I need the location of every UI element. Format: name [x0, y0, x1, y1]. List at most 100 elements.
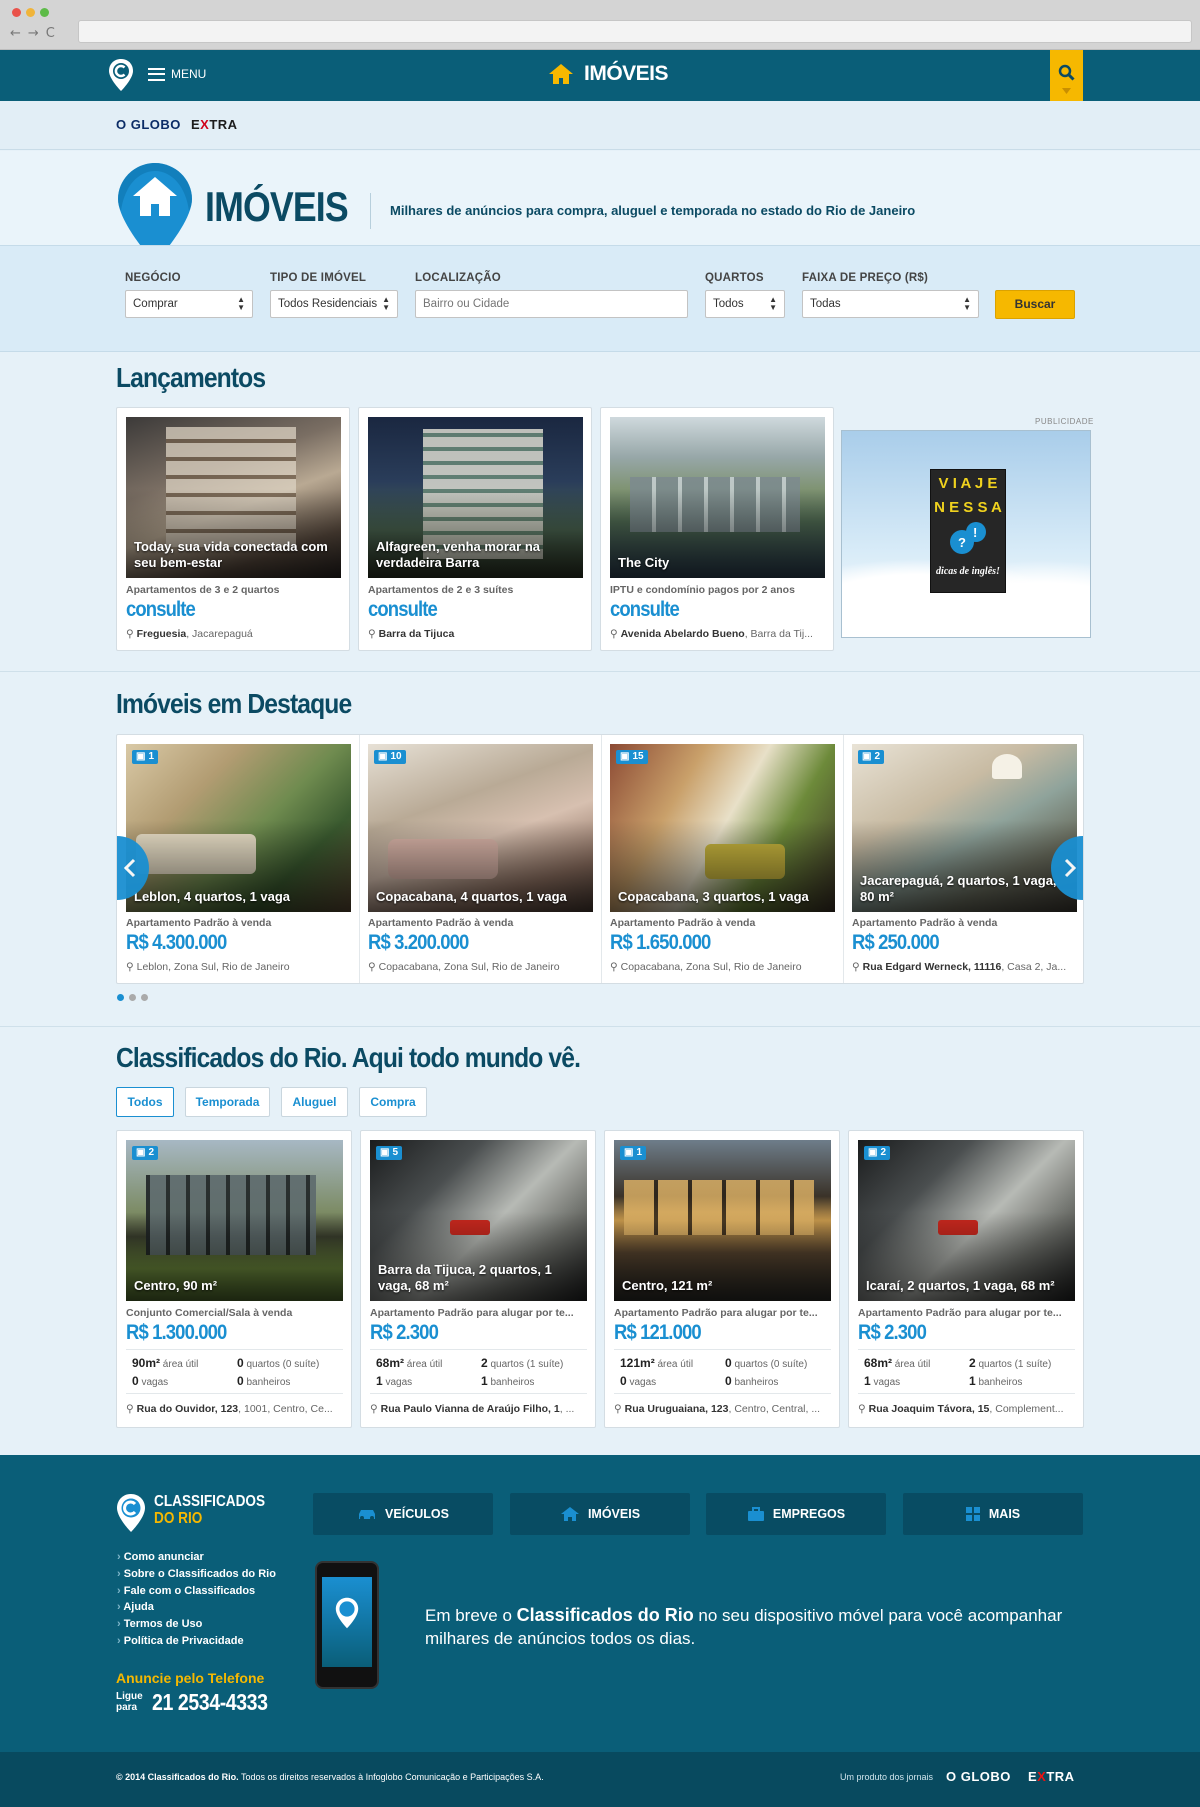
- carousel-page-dot[interactable]: [141, 994, 148, 1001]
- minimize-dot-icon[interactable]: [26, 8, 35, 17]
- lancamento-card[interactable]: The City IPTU e condomínio pagos por 2 a…: [600, 407, 834, 651]
- footer-nav-empregos[interactable]: EMPREGOS: [706, 1493, 886, 1535]
- quartos-select[interactable]: Todos ▲ ▼: [705, 290, 785, 318]
- destaque-photo[interactable]: ▣ 1 Leblon, 4 quartos, 1 vaga: [126, 744, 351, 912]
- destaque-title: Imóveis em Destaque: [116, 688, 352, 719]
- location-text: , ...: [559, 1403, 575, 1415]
- lancamento-photo[interactable]: The City: [610, 417, 825, 578]
- extra-logo[interactable]: EXTRA: [1028, 1769, 1075, 1784]
- menu-button[interactable]: MENU: [148, 67, 206, 81]
- lancamento-price: consulte: [126, 598, 196, 621]
- lancamento-card[interactable]: Today, sua vida conectada com seu bem-es…: [116, 407, 350, 651]
- classificado-location: ⚲ Rua Joaquim Távora, 15, Complement...: [858, 1403, 1075, 1415]
- logo-line: DO RIO: [154, 1510, 203, 1527]
- photo-count: 1: [636, 1147, 643, 1158]
- quartos-value: Todos: [713, 298, 744, 310]
- extra-logo-e: E: [191, 117, 201, 132]
- classificados-logo-icon[interactable]: [116, 1493, 146, 1533]
- mobile-promo: Em breve o Classificados do Rio no seu d…: [425, 1604, 1105, 1650]
- destaque-photo[interactable]: ▣ 15 Copacabana, 3 quartos, 1 vaga: [610, 744, 835, 912]
- location-street: Rua do Ouvidor, 123: [136, 1403, 239, 1415]
- classificado-card[interactable]: ▣ 5 Barra da Tijuca, 2 quartos, 1 vaga, 6…: [360, 1130, 596, 1428]
- extra-logo[interactable]: EXTRA: [191, 117, 238, 132]
- footer-nav-imoveis[interactable]: IMÓVEIS: [510, 1493, 690, 1535]
- classificados-logo-icon[interactable]: [108, 58, 134, 92]
- location-text: Leblon, Zona Sul, Rio de Janeiro: [136, 961, 290, 973]
- tab-todos[interactable]: Todos: [116, 1087, 174, 1117]
- stat-label: quartos (0 suíte): [246, 1359, 320, 1370]
- tab-compra[interactable]: Compra: [359, 1087, 427, 1117]
- footer-link[interactable]: Termos de Uso: [117, 1618, 203, 1630]
- footer-link[interactable]: Ajuda: [117, 1601, 154, 1613]
- lancamento-price: consulte: [610, 598, 680, 621]
- classificado-card[interactable]: ▣ 2 Centro, 90 m² Conjunto Comercial/Sala…: [116, 1130, 352, 1428]
- photo-count-badge: ▣ 15: [616, 750, 648, 764]
- close-dot-icon[interactable]: [12, 8, 21, 17]
- stat-banheiros: 1 banheiros: [969, 1374, 1022, 1388]
- lancamento-photo[interactable]: Alfagreen, venha morar na verdadeira Bar…: [368, 417, 583, 578]
- ad-banner: V I A J E N E S S A !? dicas de inglês!: [930, 469, 1006, 593]
- destaque-location: ⚲ Rua Edgard Werneck, 11116, Casa 2, Ja.…: [852, 961, 1077, 973]
- stat-vagas: 0 vagas: [132, 1374, 168, 1388]
- pin-icon: ⚲: [858, 1403, 869, 1415]
- footer-nav-veiculos[interactable]: VEÍCULOS: [313, 1493, 493, 1535]
- classificado-photo[interactable]: ▣ 1 Centro, 121 m²: [614, 1140, 831, 1301]
- section-title-text: IMÓVEIS: [584, 62, 669, 85]
- localizacao-input[interactable]: [415, 290, 688, 318]
- classificado-card[interactable]: ▣ 1 Centro, 121 m² Apartamento Padrão par…: [604, 1130, 840, 1428]
- lancamento-card[interactable]: Alfagreen, venha morar na verdadeira Bar…: [358, 407, 592, 651]
- photo-count-badge: ▣ 2: [858, 750, 885, 764]
- classificado-card[interactable]: ▣ 2 Icaraí, 2 quartos, 1 vaga, 68 m² Apar…: [848, 1130, 1084, 1428]
- pin-icon: ⚲: [368, 961, 379, 973]
- preco-value: Todas: [810, 298, 841, 310]
- url-bar[interactable]: [78, 20, 1192, 43]
- o-globo-logo[interactable]: O GLOBO: [946, 1769, 1011, 1784]
- footer-link[interactable]: Sobre o Classificados do Rio: [117, 1568, 276, 1580]
- tipo-select[interactable]: Todos Residenciais ▲ ▼: [270, 290, 398, 318]
- pin-icon: ⚲: [610, 961, 621, 973]
- destaque-photo[interactable]: ▣ 10 Copacabana, 4 quartos, 1 vaga: [368, 744, 593, 912]
- footer-nav-label: IMÓVEIS: [587, 1507, 641, 1521]
- browser-nav-icons[interactable]: ←→C: [10, 26, 62, 41]
- speech-bubble-icon: !?: [950, 522, 986, 554]
- location-rest: , Barra da Tij...: [744, 628, 813, 640]
- stat-label: quartos (0 suíte): [734, 1359, 808, 1370]
- o-globo-logo[interactable]: O GLOBO: [116, 117, 181, 132]
- photo-count: 15: [632, 751, 644, 762]
- carousel-page-dot[interactable]: [129, 994, 136, 1001]
- footer-logo-text[interactable]: CLASSIFICADOS DO RIO: [154, 1493, 265, 1527]
- stat-value: 68m²: [864, 1356, 893, 1370]
- search-button[interactable]: [1050, 50, 1083, 105]
- logo-line: CLASSIFICADOS: [154, 1493, 266, 1510]
- carousel-page-dot[interactable]: [117, 994, 124, 1001]
- classificado-photo[interactable]: ▣ 5 Barra da Tijuca, 2 quartos, 1 vaga, 6…: [370, 1140, 587, 1301]
- buscar-button[interactable]: Buscar: [995, 290, 1075, 319]
- negocio-select[interactable]: Comprar ▲ ▼: [125, 290, 253, 318]
- phone-mockup: [315, 1561, 379, 1689]
- phone-number[interactable]: 21 2534-4333: [152, 1689, 268, 1716]
- pin-icon: ⚲: [126, 961, 137, 973]
- classificado-price: R$ 2.300: [370, 1321, 439, 1344]
- destaque-location: ⚲ Leblon, Zona Sul, Rio de Janeiro: [126, 961, 351, 973]
- classificado-photo[interactable]: ▣ 2 Icaraí, 2 quartos, 1 vaga, 68 m²: [858, 1140, 1075, 1301]
- copyright-text: Todos os direitos reservados à Infoglobo…: [238, 1772, 544, 1782]
- classificado-photo[interactable]: ▣ 2 Centro, 90 m²: [126, 1140, 343, 1301]
- destaque-caption: Leblon, 4 quartos, 1 vaga: [134, 889, 291, 904]
- footer-link[interactable]: Política de Privacidade: [117, 1635, 244, 1647]
- maximize-dot-icon[interactable]: [40, 8, 49, 17]
- footer-nav-mais[interactable]: MAIS: [903, 1493, 1083, 1535]
- tab-aluguel[interactable]: Aluguel: [281, 1087, 348, 1117]
- advertisement[interactable]: V I A J E N E S S A !? dicas de inglês!: [841, 430, 1091, 638]
- footer: CLASSIFICADOSDO RIO Como anunciar Sobre …: [0, 1455, 1200, 1752]
- lancamento-photo[interactable]: Today, sua vida conectada com seu bem-es…: [126, 417, 341, 578]
- car-icon: [359, 1510, 376, 1520]
- stat-value: 90m²: [132, 1356, 161, 1370]
- ad-line: V I A J E: [938, 475, 998, 492]
- footer-link[interactable]: Fale com o Classificados: [117, 1585, 255, 1597]
- ligue-para: Ligue para: [116, 1691, 143, 1713]
- preco-select[interactable]: Todas ▲ ▼: [802, 290, 979, 318]
- destaque-photo[interactable]: ▣ 2 Jacarepaguá, 2 quartos, 1 vaga, 80 m²: [852, 744, 1077, 912]
- tab-temporada[interactable]: Temporada: [185, 1087, 270, 1117]
- stat-area: 68m² área útil: [376, 1356, 442, 1370]
- footer-link[interactable]: Como anunciar: [117, 1551, 204, 1563]
